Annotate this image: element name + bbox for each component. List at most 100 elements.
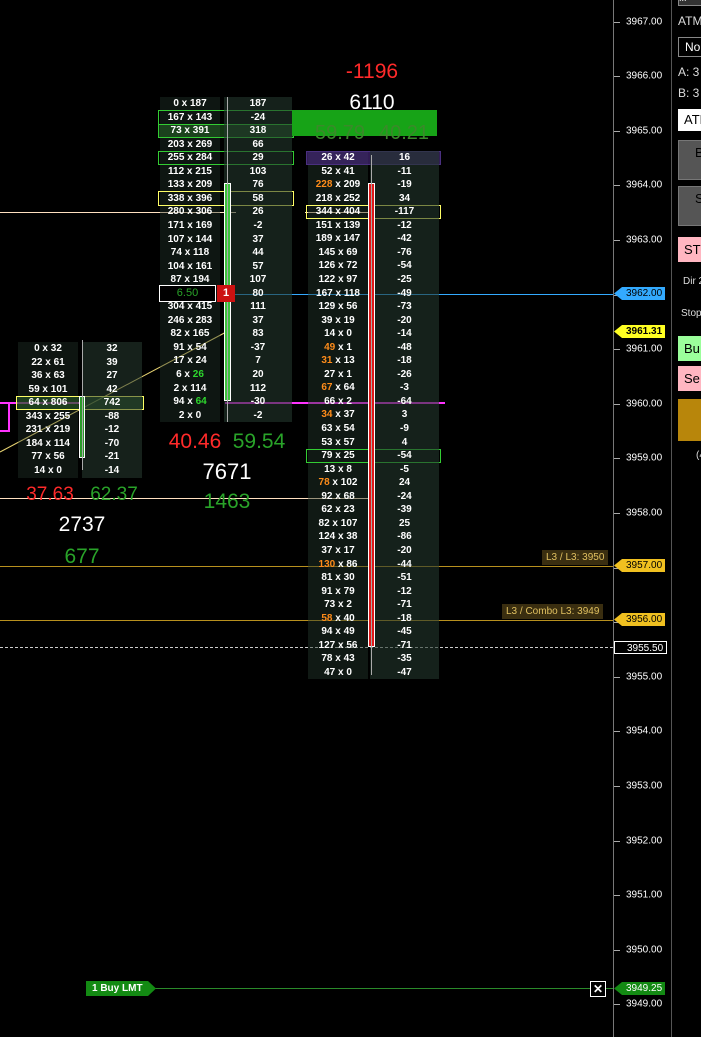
bid-ask-separator: x (332, 544, 344, 556)
gold-button[interactable] (678, 399, 701, 441)
footprint-row: 122 x 97 -25 (308, 273, 439, 287)
bid-volume: 53 (321, 436, 333, 448)
bid-volume: 122 (318, 273, 336, 285)
ask-volume: 1 (346, 341, 352, 353)
ask-volume: 102 (340, 477, 358, 489)
buy-limit-order[interactable]: 1 Buy LMT (86, 981, 156, 996)
delta-cell: -14 (104, 464, 120, 476)
footprint-row: 112 x 215 103 (160, 165, 292, 179)
bid-ask-cell: 255 x 284 (160, 151, 220, 165)
delta-cell: -19 (397, 179, 412, 191)
delta-cell: -49 (397, 287, 412, 299)
delta-cell: -26 (397, 368, 412, 380)
footprint-row: 255 x 284 29 (160, 151, 292, 165)
ask-volume: 101 (50, 383, 68, 395)
delta-cell: -20 (397, 544, 412, 556)
bid-ask-cell: 13 x 8 (308, 463, 368, 477)
ask-volume: 806 (50, 397, 68, 409)
bid-ask-cell: 34 x 37 (308, 408, 368, 422)
ask-volume: 17 (343, 544, 355, 556)
ask-volume: 252 (343, 192, 361, 204)
ask-volume: 0 (346, 328, 352, 340)
footprint-chart[interactable]: 0 x 32 32 22 x 61 39 36 x 63 27 59 x 101 42 64 x… (0, 0, 613, 1037)
bid-ask-separator: x (335, 273, 347, 285)
footprint-row: 59 x 101 42 (18, 383, 142, 397)
delta-cell: 57 (252, 260, 264, 272)
footprint-row: 91 x 79 -12 (308, 585, 439, 599)
axis-tick-mark (614, 76, 620, 78)
panel-top-button[interactable]: ... (678, 0, 701, 6)
bid-ask-cell: 73 x 391 (160, 124, 220, 138)
bid-volume: 145 (318, 246, 336, 258)
bid-ask-cell: 79 x 25 (308, 449, 368, 463)
footprint-row: 130 x 86 -44 (308, 558, 439, 572)
bid-ask-separator: x (42, 356, 54, 368)
footprint-row: 184 x 114 -70 (18, 437, 142, 451)
atm-button[interactable]: ATM (678, 109, 701, 131)
footprint-row: 280 x 306 26 (160, 205, 292, 219)
footprint-row: 94 x 64 -30 (160, 395, 292, 409)
ask-volume: 37 (343, 409, 355, 421)
footprint-row: 203 x 269 66 (160, 138, 292, 152)
bid-ask-separator: x (335, 368, 347, 380)
ask-volume: 1 (346, 368, 352, 380)
ask-volume: 57 (343, 436, 355, 448)
bid-ask-separator: x (335, 666, 347, 678)
bid-ask-separator: x (332, 233, 344, 245)
bid-ask-cell: 63 x 54 (308, 422, 368, 436)
ask-volume: 165 (192, 328, 210, 340)
buy-market-button[interactable]: B (678, 140, 701, 180)
delta-cell: -71 (397, 639, 412, 651)
bid-ask-cell: 107 x 144 (160, 233, 220, 247)
axis-tick-mark (614, 949, 620, 951)
ask-volume: 118 (193, 247, 210, 259)
footprint-row: 34 x 37 3 (308, 408, 439, 422)
delta-cell: -12 (397, 219, 412, 231)
ask-volume: 24 (195, 355, 207, 367)
ask-volume: 30 (343, 572, 355, 584)
delta-cell: 26 (252, 206, 264, 218)
atm-strategy-dropdown[interactable]: No (678, 37, 701, 57)
axis-tick-mark (614, 895, 620, 897)
bid-ask-separator: x (45, 464, 57, 476)
bid-ask-cell: 126 x 72 (308, 259, 368, 273)
position-qty-badge[interactable]: 1 (217, 285, 235, 302)
ask-volume: 144 (195, 233, 213, 245)
footprint-row: 82 x 107 25 (308, 517, 439, 531)
footprint-row: 343 x 255 -88 (18, 410, 142, 424)
sell-button[interactable]: Se (678, 366, 701, 391)
delta-cell: 83 (252, 328, 264, 340)
close-order-icon[interactable]: ✕ (590, 981, 606, 997)
position-value-box[interactable]: 6.50 (159, 285, 216, 302)
bottom-note: (4 (696, 450, 701, 461)
bid-volume: 280 (167, 206, 185, 218)
bid-ask-separator: x (332, 612, 344, 624)
footprint-row: 78 x 43 -35 (308, 652, 439, 666)
footprint-row: 77 x 56 -21 (18, 450, 142, 464)
footprint-row: 47 x 0 -47 (308, 666, 439, 680)
bar2-pct-green: 59.54 (232, 430, 286, 453)
bid-ask-separator: x (181, 369, 193, 380)
price-label-order: 3949.25 (614, 982, 666, 995)
sell-market-button[interactable]: S (678, 186, 701, 226)
delta-cell: -24 (397, 490, 412, 502)
delta-cell: -39 (397, 504, 412, 516)
bar2-delta-total: 1463 (203, 490, 251, 513)
price-axis[interactable]: 3967.00 3966.00 3965.00 3964.00 3963.00 3962.… (613, 0, 671, 1037)
delta-cell: 66 (252, 138, 264, 150)
axis-tick-label: 3960.00 (626, 398, 663, 410)
buy-button[interactable]: Bu (678, 336, 701, 361)
bid-ask-separator: x (332, 314, 344, 326)
stop-button[interactable]: ST (678, 237, 701, 262)
footprint-row: 0 x 32 32 (18, 342, 142, 356)
bid-ask-cell: 14 x 0 (308, 327, 368, 341)
bid-ask-separator: x (42, 451, 54, 463)
footprint-row: 304 x 415 111 (160, 300, 292, 314)
bid-volume: 63 (321, 423, 333, 434)
bid-ask-separator: x (184, 409, 196, 421)
footprint-row: 129 x 56 -73 (308, 300, 439, 314)
bid-volume: 218 (315, 192, 333, 204)
axis-tick-mark (614, 458, 620, 460)
bid-ask-cell: 246 x 283 (160, 314, 220, 328)
bid-volume: 26 (321, 152, 333, 163)
